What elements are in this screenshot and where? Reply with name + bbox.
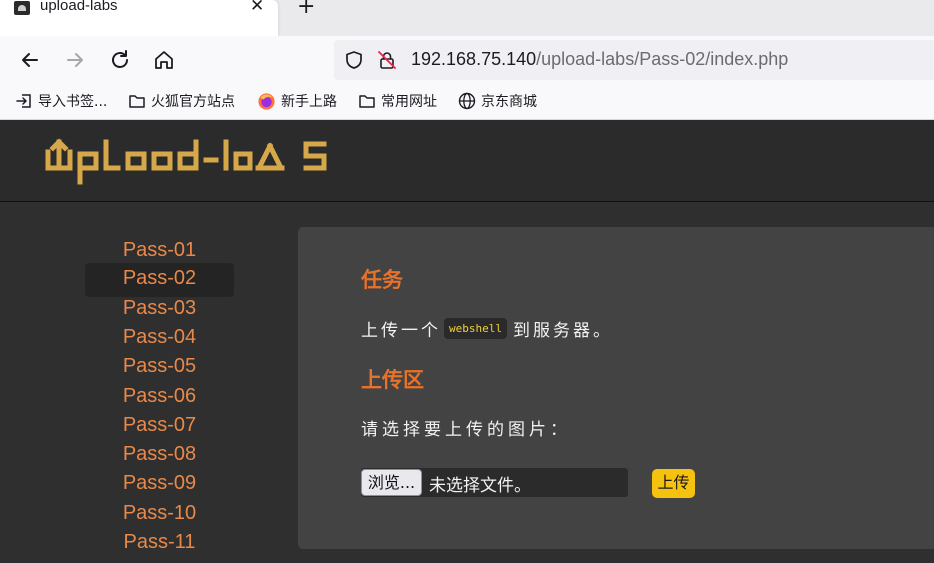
menu-item-pass-02[interactable]: Pass-02 <box>85 263 234 297</box>
site-favicon-icon <box>14 1 30 15</box>
bookmarks-toolbar: 导入书签... 火狐官方站点 新手上路 常用网址 京东商城 <box>0 84 934 120</box>
upload-heading: 上传区 <box>361 368 424 392</box>
menu-item-pass-11[interactable]: Pass-11 <box>85 527 234 561</box>
folder-icon <box>129 95 145 108</box>
menu-item-pass-05[interactable]: Pass-05 <box>85 351 234 385</box>
close-tab-icon[interactable]: ✕ <box>250 0 264 16</box>
bookmark-label: 新手上路 <box>281 94 337 110</box>
bookmark-jd[interactable]: 京东商城 <box>458 90 537 112</box>
menu-item-pass-09[interactable]: Pass-09 <box>85 468 234 502</box>
bookmark-label: 常用网址 <box>381 94 437 110</box>
forward-arrow-icon[interactable] <box>63 48 87 72</box>
no-file-selected-text: 未选择文件。 <box>429 476 531 496</box>
bookmark-firefox-site[interactable]: 火狐官方站点 <box>128 90 235 112</box>
back-arrow-icon[interactable] <box>18 48 42 72</box>
browser-nav-bar: 192.168.75.140/upload-labs/Pass-02/index… <box>0 36 934 84</box>
bookmark-getting-started[interactable]: 新手上路 <box>257 90 337 112</box>
home-icon[interactable] <box>152 48 176 72</box>
url-path: /upload-labs/Pass-02/index.php <box>536 49 789 69</box>
task-suffix: 到服务器。 <box>512 321 613 341</box>
task-heading: 任务 <box>361 268 403 292</box>
upload-submit-button[interactable]: 上传 <box>652 469 695 498</box>
bookmark-label: 导入书签... <box>38 94 108 110</box>
upload-labs-logo[interactable]: upload-labs <box>44 138 334 186</box>
select-image-label: 请选择要上传的图片： <box>361 420 571 440</box>
bookmark-import[interactable]: 导入书签... <box>15 90 107 112</box>
tab-title: upload-labs <box>40 0 118 14</box>
bookmark-label: 火狐官方站点 <box>151 94 235 110</box>
webshell-code: webshell <box>444 318 507 339</box>
bookmark-common-sites[interactable]: 常用网址 <box>358 90 437 112</box>
task-prefix: 上传一个 <box>361 321 441 341</box>
browse-button[interactable]: 浏览... <box>361 469 422 496</box>
shield-icon[interactable] <box>344 50 364 70</box>
browser-tab[interactable]: upload-labs ✕ <box>0 0 278 36</box>
url-text[interactable]: 192.168.75.140/upload-labs/Pass-02/index… <box>411 49 788 70</box>
import-icon <box>16 94 31 108</box>
bookmark-label: 京东商城 <box>481 94 537 110</box>
firefox-icon <box>258 92 275 110</box>
insecure-lock-icon[interactable] <box>377 50 397 70</box>
url-host: 192.168.75.140 <box>411 49 537 69</box>
browser-tab-strip: upload-labs ✕ + <box>0 0 934 36</box>
new-tab-button[interactable]: + <box>297 0 315 19</box>
globe-icon <box>458 92 476 110</box>
url-bar[interactable]: 192.168.75.140/upload-labs/Pass-02/index… <box>334 40 934 80</box>
reload-icon[interactable] <box>108 48 132 72</box>
task-description: 上传一个 webshell 到服务器。 <box>361 316 613 341</box>
folder-icon <box>359 95 375 108</box>
